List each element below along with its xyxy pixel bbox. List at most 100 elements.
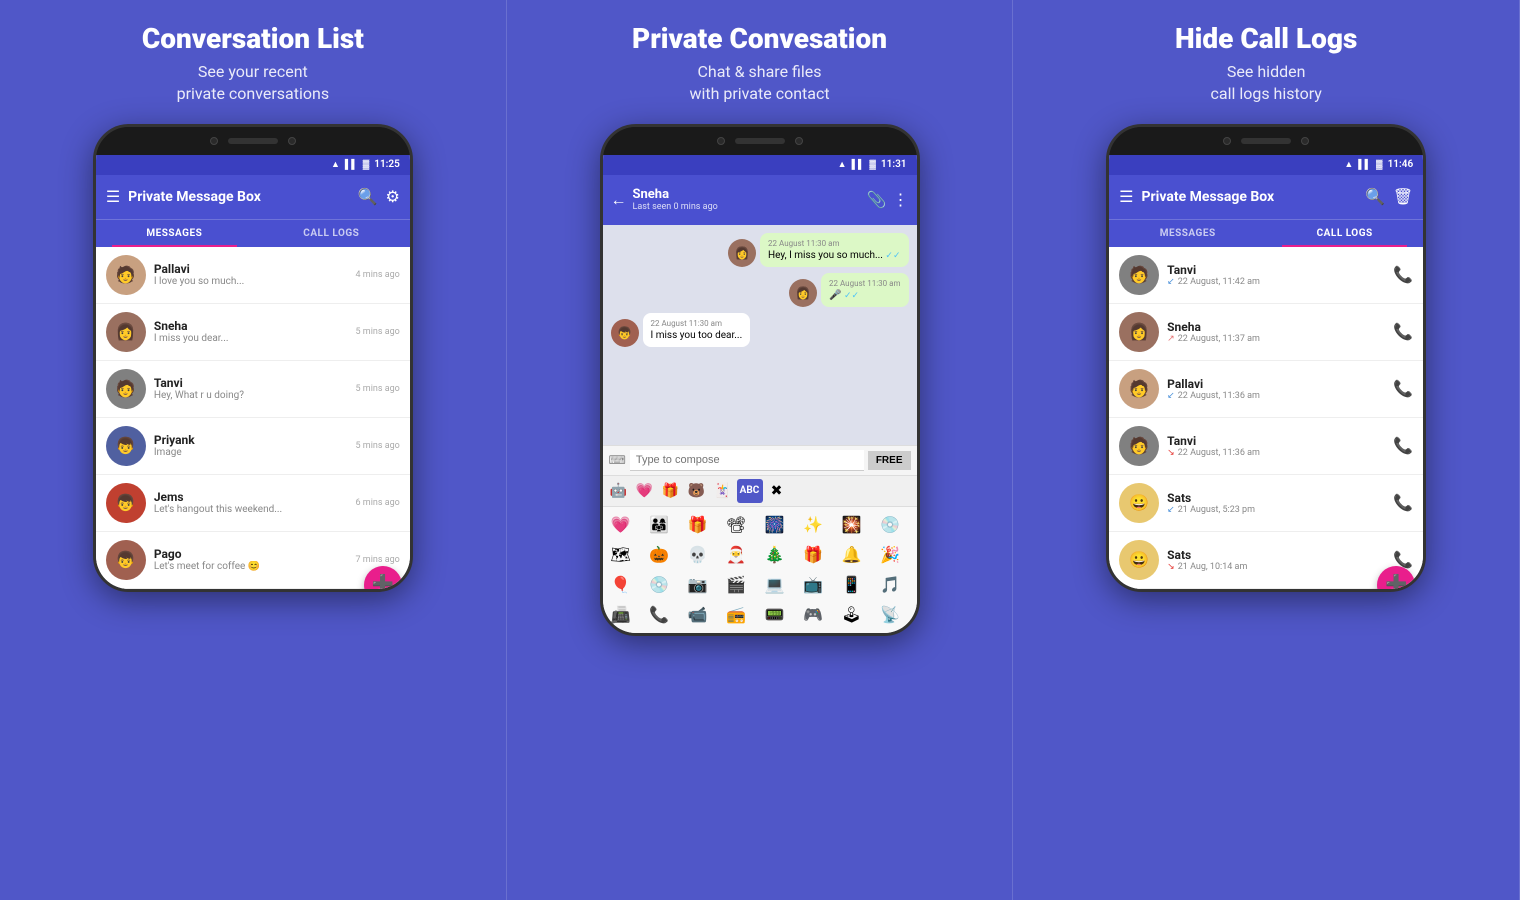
emoji-cell[interactable]: 🔔 [838, 541, 866, 569]
phone-3: ▲ ▌▌ ▓ 11:46 ☰ Private Message Box 🔍 🗑 M… [1106, 124, 1426, 592]
camera-1 [210, 137, 218, 145]
emoji-cell[interactable]: 📠 [607, 601, 635, 629]
menu-icon-3[interactable]: ☰ [1119, 187, 1133, 206]
app-title-1: Private Message Box [128, 189, 349, 205]
call-item[interactable]: 🧑 Tanvi ↙ 22 August, 11:42 am 📞 [1109, 247, 1423, 304]
emoji-cell[interactable]: 💻 [761, 571, 789, 599]
emoji-cell[interactable]: 💿 [876, 511, 904, 539]
more-icon[interactable]: ⋮ [893, 190, 909, 209]
call-item[interactable]: 😀 Sats ↘ 21 Aug, 10:14 am 📞 ➕ [1109, 532, 1423, 589]
emoji-cell[interactable]: 👨‍👩‍👧 [645, 511, 673, 539]
list-item[interactable]: 👦 Jems Let's hangout this weekend... 6 m… [96, 475, 410, 532]
conv-time-jems: 6 mins ago [356, 498, 400, 508]
emoji-cell[interactable]: 🎃 [645, 541, 673, 569]
tab-calllogs-1[interactable]: CALL LOGS [253, 220, 410, 247]
panel-conversation-list: Conversation List See your recentprivate… [0, 0, 507, 900]
message-time-3: 22 August 11:30 am [651, 319, 743, 328]
call-item[interactable]: 😀 Sats ↙ 21 August, 5:23 pm 📞 [1109, 475, 1423, 532]
emoji-cell[interactable]: 📟 [761, 601, 789, 629]
emoji-bar-hearts[interactable]: 💗 [633, 479, 657, 503]
missed-arrow-icon: ↘ [1167, 448, 1175, 458]
conv-preview-pallavi: I love you so much... [154, 276, 348, 287]
avatar-tanvi: 🧑 [106, 369, 146, 409]
emoji-cell[interactable]: 🎇 [838, 511, 866, 539]
emoji-cell[interactable]: 🎈 [607, 571, 635, 599]
list-item[interactable]: 👦 Pago Let's meet for coffee 😊 7 mins ag… [96, 532, 410, 589]
message-time-1: 22 August 11:30 am [768, 239, 900, 248]
compose-input[interactable] [630, 450, 864, 471]
emoji-cell[interactable]: 📱 [838, 571, 866, 599]
call-info-sats2: Sats ↘ 21 Aug, 10:14 am [1167, 548, 1385, 572]
search-icon-3[interactable]: 🔍 [1365, 187, 1385, 206]
emoji-bar-bear[interactable]: 🐻 [685, 479, 709, 503]
list-item[interactable]: 👩 Sneha I miss you dear... 5 mins ago [96, 304, 410, 361]
fab-add-contact-1[interactable]: ➕ [364, 566, 402, 589]
avatar-jems: 👦 [106, 483, 146, 523]
attach-icon[interactable]: 📎 [867, 190, 887, 209]
incoming-arrow-icon-2: ↙ [1167, 391, 1175, 401]
emoji-bar-close[interactable]: ✖ [765, 479, 789, 503]
speaker-2 [735, 138, 785, 144]
emoji-cell[interactable]: 🗺 [607, 541, 635, 569]
menu-icon-1[interactable]: ☰ [106, 187, 120, 206]
call-item[interactable]: 👩 Sneha ↗ 22 August, 11:37 am 📞 [1109, 304, 1423, 361]
emoji-cell[interactable]: 🎆 [761, 511, 789, 539]
tabs-3: MESSAGES CALL LOGS [1109, 219, 1423, 247]
emoji-cell[interactable]: 📞 [645, 601, 673, 629]
call-name-tanvi2: Tanvi [1167, 434, 1385, 448]
avatar-call-sats1: 😀 [1119, 483, 1159, 523]
emoji-cell[interactable]: 💀 [684, 541, 712, 569]
emoji-cell[interactable]: 📽 [722, 511, 750, 539]
emoji-bar-gift[interactable]: 🎁 [659, 479, 683, 503]
tab-messages-3[interactable]: MESSAGES [1109, 220, 1266, 247]
panel-hide-call-logs: Hide Call Logs See hiddencall logs histo… [1013, 0, 1520, 900]
phone-icon-4: 📞 [1393, 436, 1413, 455]
emoji-bar-robot[interactable]: 🤖 [607, 479, 631, 503]
emoji-cell[interactable]: 🎁 [684, 511, 712, 539]
settings-icon-1[interactable]: ⚙ [385, 187, 399, 206]
emoji-cell[interactable]: 📹 [684, 601, 712, 629]
msg-avatar-recv: 👦 [611, 319, 639, 347]
list-item[interactable]: 👦 Priyank Image 5 mins ago [96, 418, 410, 475]
list-item[interactable]: 🧑 Tanvi Hey, What r u doing? 5 mins ago [96, 361, 410, 418]
back-icon[interactable]: ← [611, 190, 627, 210]
emoji-cell[interactable]: 📡 [876, 601, 904, 629]
emoji-cell[interactable]: 🎵 [876, 571, 904, 599]
emoji-cell[interactable]: 🎬 [722, 571, 750, 599]
emoji-cell[interactable]: 🎮 [799, 601, 827, 629]
tab-calllogs-3[interactable]: CALL LOGS [1266, 220, 1423, 247]
app-bar-3: ☰ Private Message Box 🔍 🗑 [1109, 175, 1423, 219]
emoji-cell[interactable]: 💿 [645, 571, 673, 599]
emoji-cell[interactable]: 🕹 [838, 601, 866, 629]
phone-screen-2: ▲ ▌▌ ▓ 11:31 ← Sneha Last seen 0 mins ag… [603, 155, 917, 633]
emoji-cell[interactable]: 🎉 [876, 541, 904, 569]
conv-preview-jems: Let's hangout this weekend... [154, 504, 348, 515]
msg-avatar-2: 👩 [789, 279, 817, 307]
emoji-cell[interactable]: ✨ [799, 511, 827, 539]
list-item[interactable]: 🧑 Pallavi I love you so much... 4 mins a… [96, 247, 410, 304]
emoji-cell[interactable]: 📻 [722, 601, 750, 629]
avatar-pago: 👦 [106, 540, 146, 580]
phone-icon-1: 📞 [1393, 265, 1413, 284]
emoji-bar-text[interactable]: ABC [737, 479, 763, 503]
camera-2 [717, 137, 725, 145]
status-time-3: 11:46 [1388, 159, 1414, 170]
conv-time-pallavi: 4 mins ago [356, 270, 400, 280]
incoming-arrow-icon-3: ↙ [1167, 505, 1175, 515]
free-button[interactable]: FREE [868, 451, 911, 470]
tab-messages-1[interactable]: MESSAGES [96, 220, 253, 247]
chat-contact-name: Sneha [633, 187, 861, 202]
emoji-cell[interactable]: 🎁 [799, 541, 827, 569]
call-item[interactable]: 🧑 Tanvi ↘ 22 August, 11:36 am 📞 [1109, 418, 1423, 475]
phone-icon-5: 📞 [1393, 493, 1413, 512]
call-item[interactable]: 🧑 Pallavi ↙ 22 August, 11:36 am 📞 [1109, 361, 1423, 418]
delete-icon-3[interactable]: 🗑 [1393, 187, 1413, 206]
search-icon-1[interactable]: 🔍 [358, 187, 378, 206]
emoji-cell[interactable]: 🎄 [761, 541, 789, 569]
emoji-cell[interactable]: 📷 [684, 571, 712, 599]
emoji-bar-cards[interactable]: 🃏 [711, 479, 735, 503]
emoji-cell[interactable]: 💗 [607, 511, 635, 539]
emoji-cell[interactable]: 📺 [799, 571, 827, 599]
emoji-cell[interactable]: 🎅 [722, 541, 750, 569]
speaker-1 [228, 138, 278, 144]
